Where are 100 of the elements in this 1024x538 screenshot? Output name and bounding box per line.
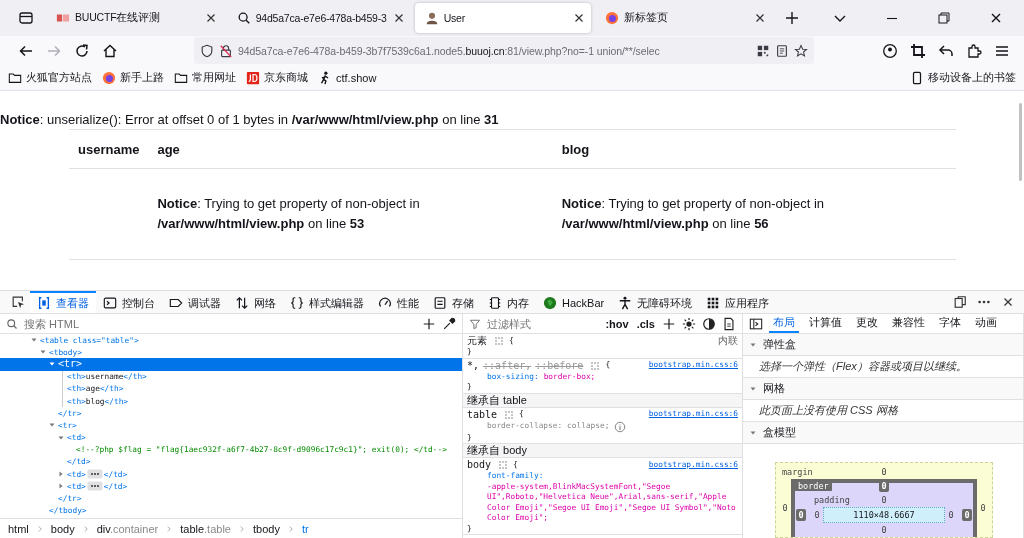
panel-tab[interactable]: 字体 [935, 314, 965, 333]
home-icon[interactable] [102, 42, 118, 59]
document-icon[interactable] [722, 316, 736, 331]
tab-list-icon[interactable] [18, 10, 34, 26]
html-tag: <tr> [58, 358, 83, 371]
devtools-tab[interactable]: 性能 [371, 291, 426, 313]
contrast-icon[interactable] [702, 316, 716, 331]
bookmark-item[interactable]: 常用网址 [174, 70, 236, 85]
browser-tab[interactable]: 新标签页 [595, 3, 772, 33]
panel-tab[interactable]: 计算值 [805, 314, 846, 333]
search-icon [6, 317, 18, 330]
bookmark-item[interactable]: 火狐官方站点 [8, 70, 92, 85]
inherited-header: 继承自 body [463, 444, 742, 458]
box-value[interactable]: 0 [962, 509, 972, 521]
accessibility-icon [618, 296, 633, 310]
search-icon [236, 11, 251, 25]
reload-icon[interactable] [74, 42, 90, 59]
tab-title: User [443, 12, 467, 24]
browser-tab[interactable]: 94d5a7ca-e7e6-478a-b459-3 [226, 3, 411, 33]
devtools-tab[interactable]: 查看器 [30, 291, 96, 313]
inspector-icon [37, 296, 51, 310]
table-cell: Notice: Trying to get property of non-object in /var/www/html/view.php on line 56 [561, 196, 824, 231]
restore-icon[interactable] [936, 10, 952, 26]
table-cell: Notice: Trying to get property of non-object in /var/www/html/view.php on line 53 [157, 196, 420, 231]
devtools-tab[interactable]: 调试器 [162, 291, 228, 313]
css-selector: 元素 [467, 335, 487, 347]
collapsed-arrow-icon[interactable] [57, 470, 65, 479]
box-value[interactable]: 0 [980, 503, 986, 513]
box-value[interactable]: 0 [796, 509, 806, 521]
undo-icon[interactable] [938, 42, 954, 59]
breadcrumb[interactable]: body [50, 522, 75, 535]
insecure-lock-icon[interactable] [219, 43, 233, 58]
column-header: blog [561, 141, 590, 157]
bookmark-star-icon[interactable] [794, 43, 808, 58]
extensions-icon[interactable] [966, 42, 982, 59]
section-header[interactable]: 弹性盒 [743, 334, 1023, 356]
address-bar[interactable]: 94d5a7ca-e7e6-478a-b459-3b7f7539c6a1.node5.buuoj.cn:81/view.php?no=-1 union/**/selec [194, 37, 814, 64]
toggle-button[interactable]: .cls [635, 317, 656, 330]
phone-icon [910, 70, 924, 85]
markup-row[interactable]: <tr> [0, 358, 462, 371]
search-field[interactable]: 搜索 HTML [24, 314, 416, 333]
add-icon[interactable] [422, 316, 436, 331]
browser-tab[interactable]: User [414, 3, 592, 33]
toggle-button[interactable]: :hov [604, 317, 630, 330]
breadcrumb[interactable]: html [8, 522, 29, 535]
breadcrumb[interactable]: table.table [180, 522, 231, 535]
devtools-tab[interactable]: HackBar [536, 291, 612, 313]
section-header[interactable]: 网格 [743, 378, 1023, 400]
add-rule-icon[interactable] [662, 316, 676, 331]
new-tab-icon[interactable] [784, 10, 800, 26]
devtools-tab[interactable]: 应用程序 [699, 291, 777, 313]
dock-icon[interactable] [953, 295, 967, 309]
devtools-tab[interactable]: 无障碍环境 [611, 291, 700, 313]
up-down-arrows-icon [235, 296, 249, 310]
info-icon[interactable] [614, 420, 627, 433]
section-header[interactable]: 盒模型 [743, 422, 1023, 444]
devtools-tab[interactable]: 存储 [426, 291, 481, 313]
breadcrumb[interactable]: tr [301, 522, 309, 535]
browser-logo-icon [605, 11, 620, 25]
shield-icon[interactable] [200, 43, 214, 58]
element-picker-icon[interactable] [11, 295, 25, 309]
panel-tab[interactable]: 动画 [971, 314, 1001, 333]
content-box[interactable]: 1110×48.6667 [823, 507, 945, 523]
filter-field[interactable]: 过滤样式 [487, 314, 599, 333]
source-label: 内联 [718, 335, 738, 347]
eyedropper-icon[interactable] [442, 316, 456, 331]
css-selector: ::after, [483, 359, 532, 372]
sidebar-toggle-icon[interactable] [749, 316, 763, 331]
box-value[interactable]: 0 [881, 467, 887, 477]
box-value[interactable]: 0 [948, 510, 954, 520]
bookmark-item[interactable]: 移动设备上的书签 [910, 70, 1016, 85]
gauge-icon [378, 296, 392, 310]
grid-dots-icon [706, 296, 721, 310]
browser-tab[interactable]: BUUCTF在线评测 [46, 3, 223, 33]
breadcrumb[interactable]: div.container [96, 522, 159, 535]
crop-icon[interactable] [910, 42, 926, 59]
account-icon[interactable] [882, 42, 898, 59]
css-selector: *, [467, 359, 480, 372]
scrollbar-thumb[interactable] [1019, 103, 1022, 181]
box-value[interactable]: 0 [782, 503, 788, 513]
collapsed-arrow-icon[interactable] [57, 482, 65, 491]
bookmark-item[interactable]: ctf.show [318, 70, 377, 85]
box-value[interactable]: 0 [814, 510, 820, 520]
panel-tab[interactable]: 兼容性 [888, 314, 929, 333]
box-value[interactable]: 0 [881, 525, 887, 535]
devtools-tab[interactable]: 控制台 [96, 291, 162, 313]
bookmark-item[interactable]: 京东商城 [246, 70, 308, 85]
sun-icon[interactable] [682, 316, 696, 331]
qr-code-icon[interactable] [756, 43, 770, 58]
reader-view-icon[interactable] [775, 43, 789, 58]
extension-logo-icon [543, 296, 557, 310]
box-value[interactable]: 0 [879, 480, 889, 492]
breadcrumb[interactable]: tbody [253, 522, 280, 535]
panel-tab[interactable]: 更改 [852, 314, 882, 333]
devtools-tab[interactable]: 网络 [228, 291, 283, 313]
box-value[interactable]: 0 [881, 495, 887, 505]
devtools-tab[interactable]: 样式编辑器 [283, 291, 371, 313]
bookmark-item[interactable]: 新手上路 [102, 70, 164, 85]
css-selector: body [467, 459, 492, 471]
devtools-tab[interactable]: 内存 [481, 291, 536, 313]
